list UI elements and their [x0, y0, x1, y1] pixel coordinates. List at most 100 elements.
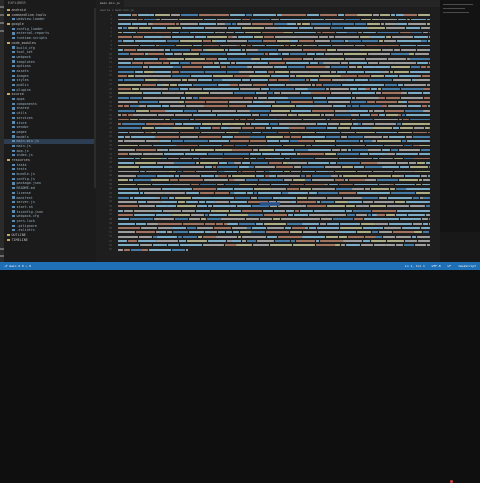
code-token — [368, 148, 382, 151]
code-token — [172, 75, 191, 77]
code-token — [118, 105, 123, 108]
code-token — [154, 70, 172, 73]
code-token — [118, 122, 121, 125]
line-number: 4 — [110, 26, 112, 30]
code-token — [145, 122, 161, 125]
tree-item-label: android — [11, 8, 26, 12]
code-token — [247, 144, 266, 147]
code-token — [293, 166, 301, 169]
code-token — [266, 235, 277, 238]
code-token — [239, 183, 258, 186]
code-token — [378, 157, 393, 160]
status-branch[interactable]: ⎇ main ⊗ 0 ⚠ 0 — [4, 262, 31, 270]
code-token — [139, 244, 152, 247]
code-token — [409, 70, 430, 73]
status-language[interactable]: JavaScript — [458, 264, 476, 268]
code-token — [265, 44, 280, 47]
status-encoding[interactable]: UTF-8 — [432, 264, 441, 268]
code-token — [405, 201, 429, 203]
file-icon — [12, 88, 15, 91]
code-token — [313, 101, 327, 103]
code-view[interactable]: 1 2 3 4 5 6 7 8 9 10 11 12 13 14 15 16 17 18 19 20 21 22 23 24 2… — [98, 13, 436, 252]
code-token — [294, 209, 299, 212]
code-token — [129, 218, 153, 221]
tree-item-label: assets — [16, 68, 29, 73]
code-token — [118, 231, 135, 234]
code-token — [326, 127, 337, 129]
code-token — [174, 161, 196, 164]
code-token — [308, 148, 332, 151]
code-token — [406, 188, 430, 190]
code-token — [145, 140, 159, 143]
code-token — [255, 170, 264, 173]
code-token — [416, 161, 425, 164]
tree-item[interactable]: TIMELINE — [4, 238, 96, 243]
code-token — [283, 135, 290, 138]
code-token — [301, 166, 309, 169]
code-token — [182, 53, 199, 56]
code-token — [192, 114, 216, 116]
code-token — [251, 22, 273, 25]
code-token — [399, 127, 413, 129]
code-token — [264, 53, 268, 56]
code-token — [326, 135, 341, 138]
code-token — [165, 53, 174, 56]
code-token — [232, 148, 253, 151]
code-token — [239, 83, 253, 86]
code-token — [399, 31, 411, 34]
code-token — [349, 88, 357, 90]
code-token — [288, 192, 309, 195]
tree-item-label: webpack — [16, 54, 31, 59]
minimap[interactable] — [440, 0, 480, 483]
code-token — [341, 244, 346, 247]
code-token — [404, 109, 423, 112]
code-token — [372, 127, 393, 129]
code-token — [367, 53, 390, 56]
code-token — [351, 101, 367, 103]
code-token — [273, 92, 280, 95]
code-token — [134, 40, 154, 43]
tab-main-min-js[interactable]: main.min.js — [96, 0, 124, 7]
code-token — [413, 35, 428, 38]
tree-item-label: images — [16, 73, 29, 78]
code-token — [138, 101, 158, 103]
code-token — [293, 214, 308, 216]
code-token — [200, 174, 214, 177]
status-eol[interactable]: LF — [448, 264, 452, 268]
code-token — [205, 166, 213, 169]
code-token — [194, 148, 214, 151]
breadcrumb[interactable]: source > main.min.js — [100, 8, 134, 12]
code-token — [134, 161, 156, 164]
code-token — [335, 140, 359, 143]
code-token — [418, 153, 430, 156]
code-token — [341, 75, 358, 77]
code-line: 55 — [98, 248, 436, 252]
line-number: 45 — [109, 204, 112, 208]
code-token — [393, 70, 409, 73]
code-token — [224, 183, 239, 186]
code-token — [205, 27, 228, 30]
code-token — [185, 201, 198, 203]
code-token — [235, 196, 251, 199]
code-token — [156, 174, 168, 177]
code-token — [292, 244, 315, 247]
code-token — [253, 96, 257, 99]
code-token — [225, 49, 229, 51]
code-token — [197, 235, 202, 238]
code-token — [118, 170, 139, 173]
line-number: 15 — [109, 74, 112, 78]
tree-item-label: public — [16, 83, 29, 87]
code-token — [118, 14, 131, 17]
code-token — [294, 148, 308, 151]
code-token — [414, 170, 430, 173]
code-token — [250, 153, 262, 156]
code-token — [396, 153, 419, 156]
code-token — [355, 214, 367, 216]
code-token — [157, 196, 161, 199]
code-token — [313, 209, 330, 212]
code-token — [371, 231, 378, 234]
code-token — [398, 75, 418, 77]
status-position[interactable]: Ln 1, Col 1 — [405, 264, 425, 268]
code-token — [146, 201, 161, 203]
code-token — [118, 131, 128, 134]
